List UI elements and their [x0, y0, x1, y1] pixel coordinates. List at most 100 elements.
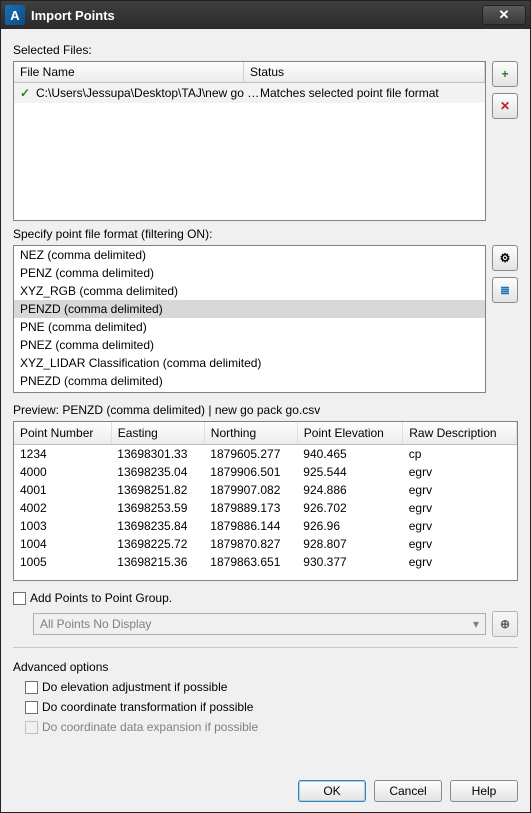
preview-cell: egrv — [403, 499, 517, 517]
preview-cell: 13698251.82 — [111, 481, 204, 499]
file-name-cell: C:\Users\Jessupa\Desktop\TAJ\new go p... — [36, 86, 260, 100]
preview-cell: 1003 — [14, 517, 111, 535]
list-icon: ≣ — [500, 283, 510, 297]
preview-cell: 1879906.501 — [204, 463, 297, 481]
preview-cell: 13698301.33 — [111, 445, 204, 464]
preview-cell: cp — [403, 445, 517, 464]
format-item[interactable]: PENZ (comma delimited) — [14, 264, 485, 282]
preview-cell: egrv — [403, 517, 517, 535]
add-file-button[interactable]: + — [492, 61, 518, 87]
add-to-group-label: Add Points to Point Group. — [30, 591, 172, 605]
preview-row[interactable]: 123413698301.331879605.277940.465cp — [14, 445, 517, 464]
format-item[interactable]: PNE (comma delimited) — [14, 318, 485, 336]
titlebar: A Import Points ✕ — [1, 1, 530, 29]
target-icon: ⊕ — [500, 617, 510, 631]
preview-row[interactable]: 100513698215.361879863.651930.377egrv — [14, 553, 517, 571]
preview-cell: 13698215.36 — [111, 553, 204, 571]
plus-icon: + — [501, 67, 508, 81]
add-to-group-row[interactable]: Add Points to Point Group. — [13, 591, 518, 605]
adv-elev-row[interactable]: Do elevation adjustment if possible — [25, 680, 518, 694]
format-options-button[interactable]: ≣ — [492, 277, 518, 303]
point-group-select: All Points No Display ▾ — [33, 613, 486, 635]
col-status[interactable]: Status — [244, 62, 485, 82]
close-button[interactable]: ✕ — [482, 5, 526, 25]
check-icon: ✓ — [18, 86, 32, 100]
preview-table-wrap[interactable]: Point Number Easting Northing Point Elev… — [13, 421, 518, 581]
preview-cell: 1879605.277 — [204, 445, 297, 464]
preview-cell: 1879889.173 — [204, 499, 297, 517]
ok-button[interactable]: OK — [298, 780, 366, 802]
x-icon: ✕ — [500, 99, 510, 113]
adv-expand-row: Do coordinate data expansion if possible — [25, 720, 518, 734]
gear-icon: ⚙ — [500, 251, 511, 265]
app-icon: A — [5, 5, 25, 25]
selected-files-label: Selected Files: — [13, 43, 518, 57]
add-to-group-checkbox[interactable] — [13, 592, 26, 605]
window-title: Import Points — [31, 8, 482, 23]
preview-row[interactable]: 400013698235.041879906.501925.544egrv — [14, 463, 517, 481]
preview-cell: 13698225.72 — [111, 535, 204, 553]
preview-row[interactable]: 400213698253.591879889.173926.702egrv — [14, 499, 517, 517]
adv-expand-checkbox — [25, 721, 38, 734]
preview-cell: 4001 — [14, 481, 111, 499]
preview-cell: 1879870.827 — [204, 535, 297, 553]
remove-file-button[interactable]: ✕ — [492, 93, 518, 119]
point-group-value: All Points No Display — [40, 617, 151, 631]
col-raw-desc[interactable]: Raw Description — [403, 422, 517, 445]
col-northing[interactable]: Northing — [204, 422, 297, 445]
col-easting[interactable]: Easting — [111, 422, 204, 445]
format-item[interactable]: PNEZD (comma delimited) — [14, 372, 485, 390]
format-item[interactable]: PNEZ (comma delimited) — [14, 336, 485, 354]
adv-elev-label: Do elevation adjustment if possible — [42, 680, 227, 694]
format-item[interactable]: NEZ (comma delimited) — [14, 246, 485, 264]
preview-cell: 1879886.144 — [204, 517, 297, 535]
adv-elev-checkbox[interactable] — [25, 681, 38, 694]
preview-cell: 1234 — [14, 445, 111, 464]
preview-cell: egrv — [403, 463, 517, 481]
import-points-dialog: A Import Points ✕ Selected Files: File N… — [0, 0, 531, 813]
preview-cell: 1004 — [14, 535, 111, 553]
preview-row[interactable]: 400113698251.821879907.082924.886egrv — [14, 481, 517, 499]
format-label: Specify point file format (filtering ON)… — [13, 227, 518, 241]
preview-cell: 1879863.651 — [204, 553, 297, 571]
preview-cell: 13698235.84 — [111, 517, 204, 535]
point-group-target-button: ⊕ — [492, 611, 518, 637]
preview-cell: 925.544 — [297, 463, 402, 481]
preview-cell: 930.377 — [297, 553, 402, 571]
advanced-label: Advanced options — [13, 660, 518, 674]
adv-coord-checkbox[interactable] — [25, 701, 38, 714]
manage-formats-button[interactable]: ⚙ — [492, 245, 518, 271]
preview-cell: 13698253.59 — [111, 499, 204, 517]
preview-cell: 924.886 — [297, 481, 402, 499]
preview-label: Preview: PENZD (comma delimited) | new g… — [13, 403, 518, 417]
format-item-selected[interactable]: PENZD (comma delimited) — [14, 300, 485, 318]
preview-cell: 928.807 — [297, 535, 402, 553]
preview-cell: 940.465 — [297, 445, 402, 464]
col-file-name[interactable]: File Name — [14, 62, 244, 82]
selected-files-header: File Name Status — [14, 62, 485, 83]
preview-row[interactable]: 100313698235.841879886.144926.96egrv — [14, 517, 517, 535]
preview-cell: egrv — [403, 481, 517, 499]
preview-cell: 1879907.082 — [204, 481, 297, 499]
preview-cell: 926.96 — [297, 517, 402, 535]
preview-cell: 1005 — [14, 553, 111, 571]
divider — [13, 647, 518, 648]
preview-row[interactable]: 100413698225.721879870.827928.807egrv — [14, 535, 517, 553]
preview-cell: egrv — [403, 553, 517, 571]
preview-cell: 926.702 — [297, 499, 402, 517]
preview-table: Point Number Easting Northing Point Elev… — [14, 422, 517, 571]
format-item[interactable]: XYZ_RGB (comma delimited) — [14, 282, 485, 300]
file-status-cell: Matches selected point file format — [260, 86, 481, 100]
adv-coord-label: Do coordinate transformation if possible — [42, 700, 253, 714]
format-item[interactable]: XYZ_LIDAR Classification (comma delimite… — [14, 354, 485, 372]
selected-files-table[interactable]: File Name Status ✓ C:\Users\Jessupa\Desk… — [13, 61, 486, 221]
file-row[interactable]: ✓ C:\Users\Jessupa\Desktop\TAJ\new go p.… — [14, 83, 485, 103]
col-elevation[interactable]: Point Elevation — [297, 422, 402, 445]
col-point-number[interactable]: Point Number — [14, 422, 111, 445]
preview-cell: egrv — [403, 535, 517, 553]
format-list[interactable]: NEZ (comma delimited) PENZ (comma delimi… — [13, 245, 486, 393]
adv-coord-row[interactable]: Do coordinate transformation if possible — [25, 700, 518, 714]
help-button[interactable]: Help — [450, 780, 518, 802]
cancel-button[interactable]: Cancel — [374, 780, 442, 802]
adv-expand-label: Do coordinate data expansion if possible — [42, 720, 258, 734]
